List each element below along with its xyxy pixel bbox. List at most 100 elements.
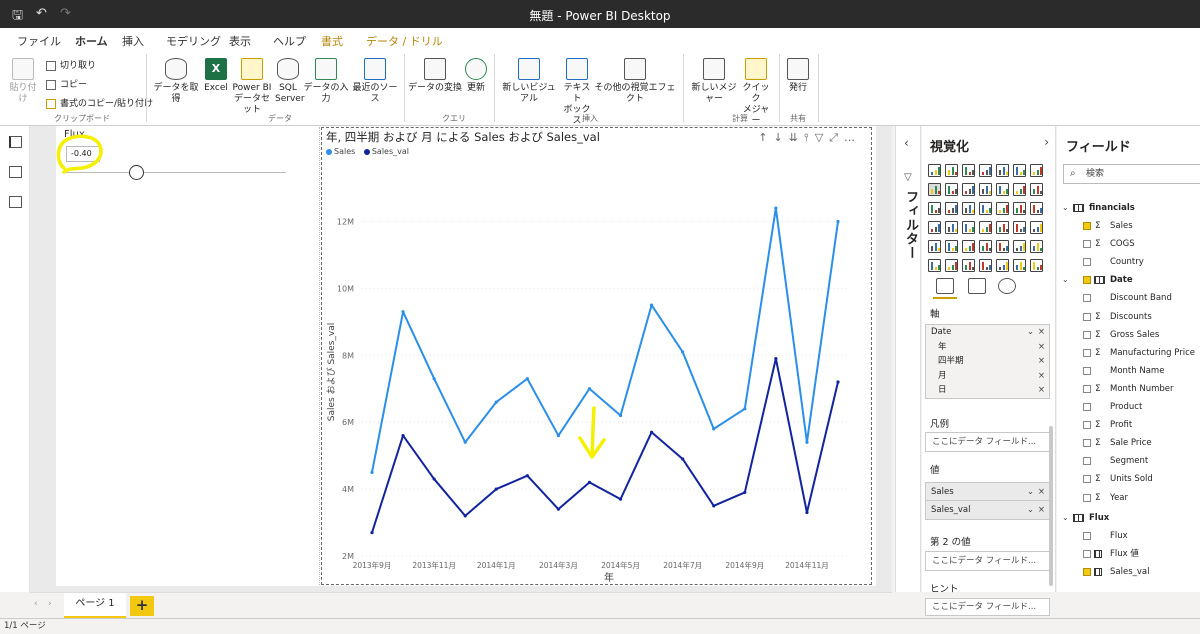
visual-type-icon[interactable] — [1013, 164, 1026, 177]
enter-data-button[interactable]: データの入力 — [303, 58, 349, 105]
axis-well[interactable]: Date ⌄ × 年 × 四半期 × 月 × 日 × — [925, 324, 1050, 399]
field-checkbox[interactable] — [1083, 421, 1091, 430]
field-item[interactable]: Segment — [1057, 453, 1200, 469]
refresh-button[interactable]: 更新 — [464, 58, 488, 94]
report-view-icon[interactable] — [9, 136, 22, 148]
model-view-icon[interactable] — [9, 196, 22, 208]
field-checkbox[interactable] — [1083, 549, 1091, 558]
remove-icon[interactable]: × — [1038, 325, 1045, 340]
prev-page-icon[interactable]: ‹ — [34, 599, 38, 609]
field-item[interactable]: Σ COGS — [1057, 236, 1200, 252]
visual-type-icon[interactable] — [1013, 221, 1026, 234]
cut-button[interactable]: 切り取り — [46, 58, 96, 71]
visual-type-icon[interactable] — [945, 164, 958, 177]
field-item[interactable]: Σ Month Number — [1057, 381, 1200, 397]
field-item[interactable]: Sales_val — [1057, 564, 1200, 580]
axis-item-month[interactable]: 月 × — [926, 369, 1049, 384]
fields-tab-icon[interactable] — [933, 278, 957, 299]
field-checkbox[interactable] — [1083, 403, 1091, 411]
copy-button[interactable]: コピー — [46, 77, 87, 90]
visual-type-icon[interactable] — [1013, 259, 1026, 272]
visual-type-icon[interactable] — [996, 221, 1009, 234]
filters-pane[interactable]: ‹ ▽ フィルター — [895, 126, 921, 592]
power-bi-dataset-button[interactable]: Power BI データセット — [230, 58, 274, 116]
focus-mode-icon[interactable]: ⤢ — [829, 131, 844, 144]
filter-icon[interactable]: ▽ — [815, 131, 829, 144]
tab-file[interactable]: ファイル — [17, 33, 61, 49]
chevron-down-icon[interactable]: ⌄ — [1027, 501, 1034, 519]
remove-icon[interactable]: × — [1038, 501, 1045, 519]
visual-type-icon[interactable] — [979, 240, 992, 253]
field-checkbox[interactable] — [1083, 222, 1091, 230]
field-table-flux[interactable]: ⌄ Flux — [1057, 510, 1200, 526]
visual-type-icon[interactable] — [928, 221, 941, 234]
tab-format[interactable]: 書式 — [321, 33, 343, 49]
page-tab-1[interactable]: ページ 1 — [64, 593, 126, 619]
visual-type-icon[interactable] — [945, 240, 958, 253]
visual-type-icon[interactable] — [996, 202, 1009, 215]
chevron-down-icon[interactable]: ⌄ — [1027, 483, 1034, 501]
field-item[interactable]: Flux 値 — [1057, 546, 1200, 562]
field-item[interactable]: Σ Manufacturing Price — [1057, 345, 1200, 361]
field-item[interactable]: Month Name — [1057, 363, 1200, 379]
axis-field-date[interactable]: Date ⌄ × — [926, 325, 1049, 340]
more-visuals-button[interactable]: その他の視覚エフェクト — [593, 58, 677, 105]
expand-hierarchy-icon[interactable]: ⫯ — [804, 131, 815, 144]
field-item[interactable]: Country — [1057, 254, 1200, 270]
tab-insert[interactable]: 挿入 — [122, 33, 144, 49]
field-checkbox[interactable] — [1083, 240, 1091, 249]
excel-button[interactable]: X Excel — [203, 58, 229, 94]
visual-type-icon[interactable] — [1013, 240, 1026, 253]
values-well-2[interactable]: Sales_val ⌄ × — [925, 500, 1050, 520]
visual-type-icon[interactable] — [979, 202, 992, 215]
visual-type-icon[interactable] — [928, 164, 941, 177]
tab-view[interactable]: 表示 — [229, 33, 251, 49]
remove-icon[interactable]: × — [1038, 354, 1045, 369]
field-checkbox[interactable] — [1083, 384, 1091, 393]
visual-type-icon[interactable] — [1030, 164, 1043, 177]
remove-icon[interactable]: × — [1038, 369, 1045, 384]
field-item[interactable]: Σ Sale Price — [1057, 435, 1200, 451]
format-roller-icon[interactable] — [968, 278, 986, 294]
new-visual-button[interactable]: 新しいビジュアル — [498, 58, 560, 105]
data-view-icon[interactable] — [9, 166, 22, 178]
field-checkbox[interactable] — [1083, 366, 1091, 375]
visual-type-icon[interactable] — [962, 164, 975, 177]
chevron-right-icon[interactable]: › — [1044, 135, 1049, 149]
more-options-icon[interactable]: … — [844, 131, 861, 144]
field-checkbox[interactable] — [1083, 475, 1091, 484]
visual-type-icon[interactable] — [945, 221, 958, 234]
field-checkbox[interactable] — [1083, 457, 1091, 466]
field-checkbox[interactable] — [1083, 348, 1091, 357]
remove-icon[interactable]: × — [1038, 483, 1045, 501]
axis-item-quarter[interactable]: 四半期 × — [926, 354, 1049, 369]
visual-type-icon[interactable] — [1030, 240, 1043, 253]
visual-type-icon[interactable] — [996, 164, 1009, 177]
visual-type-icon[interactable] — [1030, 259, 1043, 272]
field-checkbox[interactable] — [1083, 493, 1091, 502]
visual-type-icon[interactable] — [1030, 183, 1043, 196]
sql-server-button[interactable]: SQL Server — [275, 58, 305, 105]
field-item[interactable]: Σ Gross Sales — [1057, 327, 1200, 343]
field-item[interactable]: Σ Units Sold — [1057, 471, 1200, 487]
field-checkbox[interactable] — [1083, 330, 1091, 339]
get-data-button[interactable]: データを取得 — [151, 58, 201, 105]
visual-type-icon[interactable] — [962, 183, 975, 196]
visual-type-icon[interactable] — [962, 202, 975, 215]
recent-sources-button[interactable]: 最近のソース — [351, 58, 399, 105]
field-checkbox[interactable] — [1083, 294, 1091, 303]
visual-type-icon[interactable] — [979, 183, 992, 196]
analytics-magnifier-icon[interactable] — [998, 278, 1016, 294]
visual-type-icon[interactable] — [945, 183, 958, 196]
field-item[interactable]: Flux — [1057, 528, 1200, 544]
field-checkbox[interactable] — [1083, 258, 1091, 267]
visual-type-icon[interactable] — [962, 259, 975, 272]
visual-type-icon[interactable] — [996, 240, 1009, 253]
next-level-icon[interactable]: ⇊ — [789, 131, 804, 144]
tab-data-drill[interactable]: データ / ドリル — [366, 33, 443, 49]
legend-item-sales-val[interactable]: Sales_val — [363, 147, 409, 156]
chevron-down-icon[interactable]: ⌄ — [1062, 200, 1069, 216]
visual-type-icon[interactable] — [962, 240, 975, 253]
publish-button[interactable]: 発行 — [783, 58, 813, 94]
value-field-sales[interactable]: Sales ⌄ × — [926, 483, 1049, 501]
